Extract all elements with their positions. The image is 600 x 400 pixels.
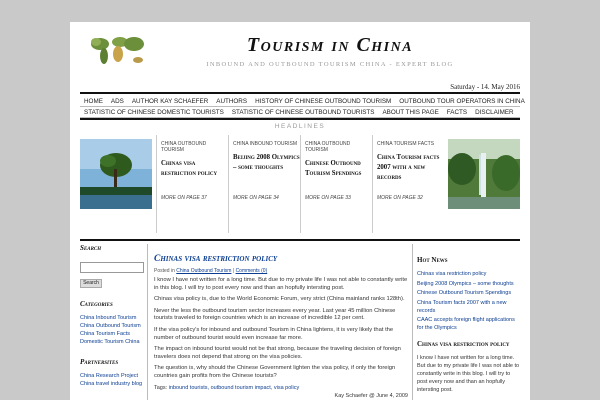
jungle-tree-image[interactable] [80, 139, 152, 209]
post-comments-link[interactable]: Comments (0) [236, 268, 268, 274]
headline-more-link[interactable]: MORE ON PAGE 34 [233, 195, 279, 201]
nav-item-about[interactable]: ABOUT THIS PAGE [378, 109, 442, 116]
post-paragraph: I know I have not written for a long tim… [154, 277, 408, 291]
post-title[interactable]: Chinas visa restriction policy [154, 254, 408, 264]
search-input[interactable] [80, 262, 144, 273]
nav-item-tour-operators[interactable]: OUTBOUND TOUR OPERATORS IN CHINA [395, 98, 529, 105]
categories-heading: Categories [80, 300, 113, 308]
nav-item-ads[interactable]: ADS [107, 98, 128, 105]
post-paragraph: Never the less the outbound tourism sect… [154, 307, 396, 322]
category-link[interactable]: China Tourism Facts [80, 330, 147, 338]
site-title[interactable]: Tourism in China [130, 34, 530, 57]
tags-label: Tags: [154, 384, 168, 391]
post-paragraph: The question is, why should the Chinese … [154, 365, 396, 379]
category-link[interactable]: Domestic Tourism China [80, 338, 147, 346]
partner-link[interactable]: China travel industry blog [80, 380, 147, 388]
featured-headlines: CHINA OUTBOUND TOURISM Chinas visa restr… [80, 135, 520, 233]
nav-item-authors[interactable]: AUTHORS [212, 98, 251, 105]
headline-category[interactable]: CHINA INBOUND TOURISM [233, 141, 300, 147]
nav-item-outbound-statistic[interactable]: STATISTIC OF CHINESE OUTBOUND TOURISTS [228, 109, 379, 116]
hot-news-link[interactable]: Chinas visa restriction policy [417, 270, 520, 278]
waterfall-image[interactable] [448, 139, 520, 209]
site-header: Tourism in China INBOUND AND OUTBOUND TO… [70, 22, 530, 91]
headlines-label: HEADLINES [274, 123, 326, 130]
nav-row-2: STATISTIC OF CHINESE DOMESTIC TOURISTS S… [80, 107, 520, 118]
post-paragraph: Chinas visa policy is, due to the World … [154, 296, 405, 303]
hot-news-heading: Hot News [417, 256, 448, 264]
headline-card-1[interactable]: CHINA OUTBOUND TOURISM Chinas visa restr… [156, 135, 228, 233]
post-author-line: Kay Schaefer @ June 4, 2009 [334, 392, 408, 399]
post-body: I know I have not written for a long tim… [154, 277, 408, 381]
main-content: Chinas visa restriction policy Posted in… [154, 244, 408, 400]
right-sidebar: Hot News Chinas visa restriction policy … [412, 244, 520, 400]
meta-separator: | [232, 268, 235, 274]
left-sidebar: Search Search Categories China Inbound T… [80, 244, 148, 400]
current-date: Saturday - 14. May 2016 [450, 83, 520, 91]
hot-news-link[interactable]: Chinese Outbound Tourism Spendings [417, 289, 520, 297]
nav-item-disclaimer[interactable]: DISCLAIMER [471, 109, 518, 116]
headline-title[interactable]: Chinese Outbound Tourism Spendings [305, 159, 372, 179]
right-post-title[interactable]: Chinas visa restriction policy [417, 340, 520, 350]
search-heading: Search [80, 244, 102, 252]
headline-more-link[interactable]: MORE ON PAGE 37 [161, 195, 207, 201]
main-nav: HOME ADS AUTHOR KAY SCHAEFER AUTHORS HIS… [80, 96, 525, 118]
tag-links[interactable]: inbound tourists, outbound tourism impac… [169, 385, 300, 391]
headline-card-3[interactable]: CHINA OUTBOUND TOURISM Chinese Outbound … [300, 135, 372, 233]
featured-rule [80, 239, 520, 241]
nav-item-author[interactable]: AUTHOR KAY SCHAEFER [128, 98, 212, 105]
partner-link[interactable]: China Research Project [80, 372, 147, 380]
headline-title[interactable]: Beijing 2008 Olympics – some thoughts [233, 153, 300, 173]
site-description: INBOUND AND OUTBOUND TOURISM CHINA - EXP… [206, 61, 454, 68]
headline-more-link[interactable]: MORE ON PAGE 33 [305, 195, 351, 201]
post-category-link[interactable]: China Outbound Tourism [176, 268, 231, 274]
post-tags: Tags: inbound tourists, outbound tourism… [154, 385, 408, 391]
category-link[interactable]: China Inbound Tourism [80, 314, 147, 322]
headline-card-4[interactable]: CHINA TOURISM FACTS China Tourism facts … [372, 135, 444, 233]
headline-category[interactable]: CHINA OUTBOUND TOURISM [161, 141, 228, 153]
top-rule [80, 92, 520, 94]
page: Tourism in China INBOUND AND OUTBOUND TO… [70, 22, 530, 400]
search-button[interactable]: Search [80, 279, 102, 288]
nav-item-facts[interactable]: FACTS [443, 109, 471, 116]
categories-list: China Inbound Tourism China Outbound Tou… [80, 314, 147, 346]
nav-item-history[interactable]: HISTORY OF CHINESE OUTBOUND TOURISM [251, 98, 395, 105]
headline-title[interactable]: Chinas visa restriction policy [161, 159, 228, 179]
category-link[interactable]: China Outbound Tourism [80, 322, 147, 330]
nav-rule [80, 118, 520, 120]
hot-news-list: Chinas visa restriction policy Beijing 2… [417, 270, 520, 332]
post-paragraph: If the visa policy's for inbound and out… [154, 326, 394, 341]
posted-in-label: Posted in [154, 268, 175, 274]
post-meta: Posted in China Outbound Tourism | Comme… [154, 268, 408, 274]
hot-news-link[interactable]: CAAC accepts foreign flight applications… [417, 316, 520, 332]
hot-news-link[interactable]: China Tourism facts 2007 with a new reco… [417, 299, 520, 315]
post-paragraph: The impact on inbound tourist would not … [154, 346, 401, 360]
headline-category[interactable]: CHINA TOURISM FACTS [377, 141, 444, 147]
headline-title[interactable]: China Tourism facts 2007 with a new reco… [377, 153, 444, 183]
hot-news-link[interactable]: Beijing 2008 Olympics – some thoughts [417, 280, 520, 288]
headline-more-link[interactable]: MORE ON PAGE 32 [377, 195, 423, 201]
nav-row-1: HOME ADS AUTHOR KAY SCHAEFER AUTHORS HIS… [80, 96, 525, 107]
headline-card-2[interactable]: CHINA INBOUND TOURISM Beijing 2008 Olymp… [228, 135, 300, 233]
partnersites-heading: Partnersites [80, 358, 119, 366]
right-post-excerpt: I know I have not written for a long tim… [417, 354, 520, 393]
headline-category[interactable]: CHINA OUTBOUND TOURISM [305, 141, 372, 153]
partnersites-list: China Research Project China travel indu… [80, 372, 147, 388]
nav-item-domestic-statistic[interactable]: STATISTIC OF CHINESE DOMESTIC TOURISTS [80, 109, 228, 116]
nav-item-home[interactable]: HOME [80, 98, 107, 105]
